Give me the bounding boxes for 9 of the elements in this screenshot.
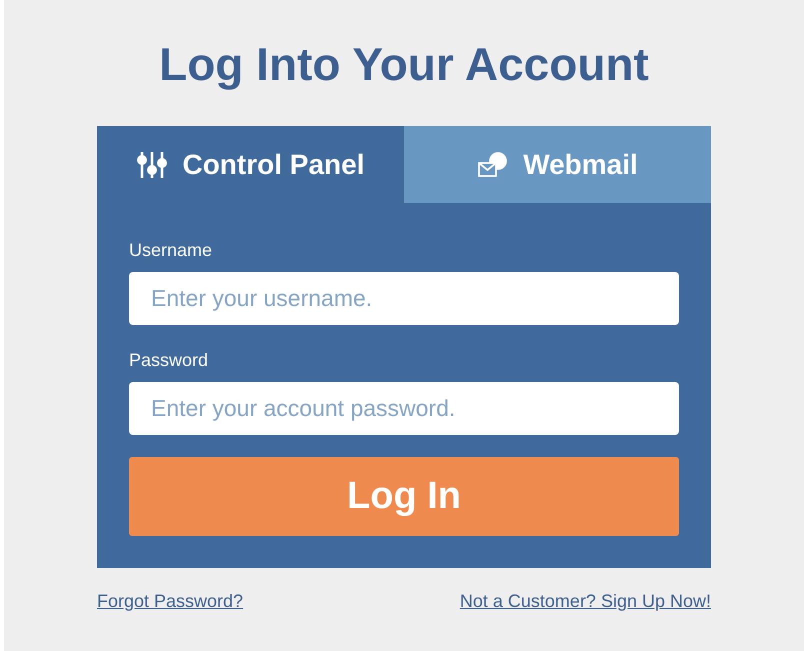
mail-globe-icon [477, 150, 510, 178]
page-title: Log Into Your Account [159, 37, 649, 92]
input-field[interactable]: Enter your username. [129, 272, 679, 325]
field-label: Password [129, 349, 210, 372]
input-field[interactable]: Enter your account password. [129, 382, 679, 435]
link[interactable]: Forgot Password? [97, 588, 244, 615]
field-label: Username [129, 239, 214, 262]
tab[interactable]: Webmail [404, 126, 711, 203]
link[interactable]: Not a Customer? Sign Up Now! [460, 588, 711, 615]
